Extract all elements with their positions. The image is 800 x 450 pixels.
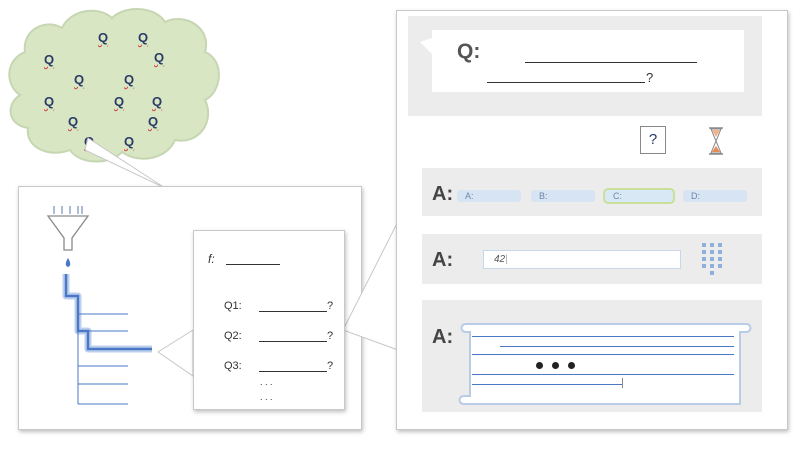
choice-option-d[interactable]: D: [683, 190, 747, 202]
formula-label: f: [208, 252, 215, 266]
hourglass-icon [709, 127, 723, 155]
text-answer-label: A: [432, 326, 454, 348]
q2-blank [259, 341, 327, 342]
keypad-key [718, 264, 722, 268]
number-input[interactable]: 42| [483, 250, 681, 269]
keypad-key [710, 243, 714, 247]
text-cursor [622, 378, 623, 388]
text-line-2 [500, 346, 734, 347]
question-blank-2 [487, 82, 645, 83]
ellipsis-dot-2 [552, 362, 559, 369]
keypad-key [702, 264, 706, 268]
q2-label: Q2: [224, 330, 242, 342]
more-questions-1: . . . [260, 377, 273, 387]
ellipsis-dot-1 [536, 362, 543, 369]
choice-option-b[interactable]: B: [531, 190, 595, 202]
choice-option-a[interactable]: A: [457, 190, 521, 202]
question-blank-1 [525, 62, 697, 63]
text-line-3 [472, 354, 734, 355]
keypad-key [718, 250, 722, 254]
q3-label: Q3: [224, 360, 242, 372]
question-label: Q: [457, 40, 481, 63]
help-icon[interactable]: ? [640, 126, 666, 154]
q3-mark: ? [327, 360, 334, 372]
keypad-key [702, 243, 706, 247]
q3-blank [259, 371, 327, 372]
q1-blank [259, 311, 327, 312]
question-mark: ? [646, 70, 654, 85]
choice-option-c-selected[interactable]: C: [603, 188, 675, 204]
keypad-key [718, 257, 722, 261]
more-questions-2: . . . [260, 392, 273, 402]
text-line-1 [472, 336, 734, 337]
text-line-4 [472, 374, 734, 375]
q2-mark: ? [327, 330, 334, 342]
keypad-key [710, 250, 714, 254]
keypad-key [718, 243, 722, 247]
text-answer-scroll[interactable] [454, 318, 754, 410]
keypad-key [710, 257, 714, 261]
number-input-value: 42 [494, 254, 506, 265]
help-icon-glyph: ? [648, 131, 658, 148]
keypad-key [702, 250, 706, 254]
q1-mark: ? [327, 300, 334, 312]
text-line-5 [472, 384, 622, 385]
q1-label: Q1: [224, 300, 242, 312]
keypad-icon[interactable] [702, 243, 732, 275]
keypad-key [702, 257, 706, 261]
ellipsis-dot-3 [568, 362, 575, 369]
keypad-key [710, 271, 714, 275]
keypad-key [710, 264, 714, 268]
choice-answer-label: A: [432, 183, 454, 205]
formula-blank [226, 264, 280, 265]
number-answer-label: A: [432, 249, 454, 271]
